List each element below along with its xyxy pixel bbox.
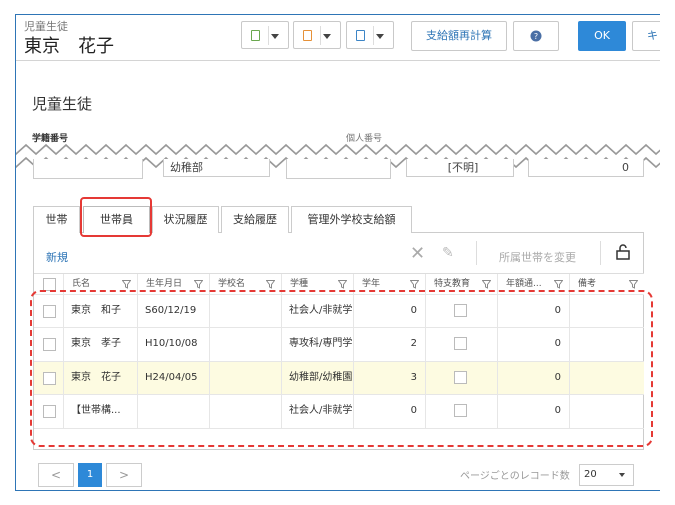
records-per-page-select[interactable]: 20 xyxy=(579,464,634,486)
student-number-input[interactable] xyxy=(33,159,143,179)
help-button[interactable]: ? xyxy=(513,21,559,51)
cancel-button[interactable]: キ xyxy=(632,21,660,51)
clipboard-green-icon xyxy=(251,30,260,41)
filter-icon[interactable] xyxy=(266,280,275,289)
clipboard-blue-icon xyxy=(356,30,365,41)
window-header: 児童生徒 東京 花子 支給額再計算 ? OK キ xyxy=(16,15,660,61)
tab-status-history[interactable]: 状況履歴 xyxy=(152,206,219,233)
prev-page-button[interactable]: < xyxy=(38,463,74,487)
filter-icon[interactable] xyxy=(482,280,491,289)
svg-text:?: ? xyxy=(534,32,538,41)
personal-number-input[interactable] xyxy=(286,159,391,179)
record-name: 東京 花子 xyxy=(24,36,114,57)
caret-down-icon xyxy=(376,34,384,39)
filter-icon[interactable] xyxy=(629,280,638,289)
caret-down-icon xyxy=(271,34,279,39)
dropdown-button-green[interactable] xyxy=(241,21,289,49)
records-per-page-label: ページごとのレコード数 xyxy=(460,471,570,482)
filter-icon[interactable] xyxy=(338,280,347,289)
unknown-field[interactable]: [不明] xyxy=(406,159,514,177)
delete-icon[interactable]: ✕ xyxy=(410,243,425,264)
recalculate-button[interactable]: 支給額再計算 xyxy=(411,21,507,51)
help-icon: ? xyxy=(530,30,542,42)
tab-external-school-payments[interactable]: 管理外学校支給額 xyxy=(291,206,412,233)
change-household-button[interactable]: 所属世帯を変更 xyxy=(499,249,576,265)
caret-down-icon xyxy=(619,473,625,477)
pencil-icon[interactable]: ✎ xyxy=(442,245,454,261)
dropdown-button-orange[interactable] xyxy=(293,21,341,49)
filter-icon[interactable] xyxy=(122,280,131,289)
table-highlight-annotation xyxy=(30,290,653,447)
new-button[interactable]: 新規 xyxy=(46,249,68,265)
filter-icon[interactable] xyxy=(194,280,203,289)
next-page-button[interactable]: > xyxy=(106,463,142,487)
tab-household[interactable]: 世帯 xyxy=(33,206,80,233)
unlock-icon[interactable] xyxy=(616,244,630,260)
page-1-button[interactable]: 1 xyxy=(78,463,102,487)
school-type-select[interactable]: 幼稚部 xyxy=(163,159,270,177)
number-field[interactable]: 0 xyxy=(528,159,644,177)
filter-icon[interactable] xyxy=(554,280,563,289)
filter-icon[interactable] xyxy=(410,280,419,289)
clipboard-orange-icon xyxy=(303,30,312,41)
ok-button[interactable]: OK xyxy=(578,21,626,51)
section-title: 児童生徒 xyxy=(32,95,93,113)
dropdown-button-blue[interactable] xyxy=(346,21,394,49)
caret-down-icon xyxy=(323,34,331,39)
tab-highlight-annotation xyxy=(80,197,152,237)
tab-payment-history[interactable]: 支給履歴 xyxy=(221,206,289,233)
